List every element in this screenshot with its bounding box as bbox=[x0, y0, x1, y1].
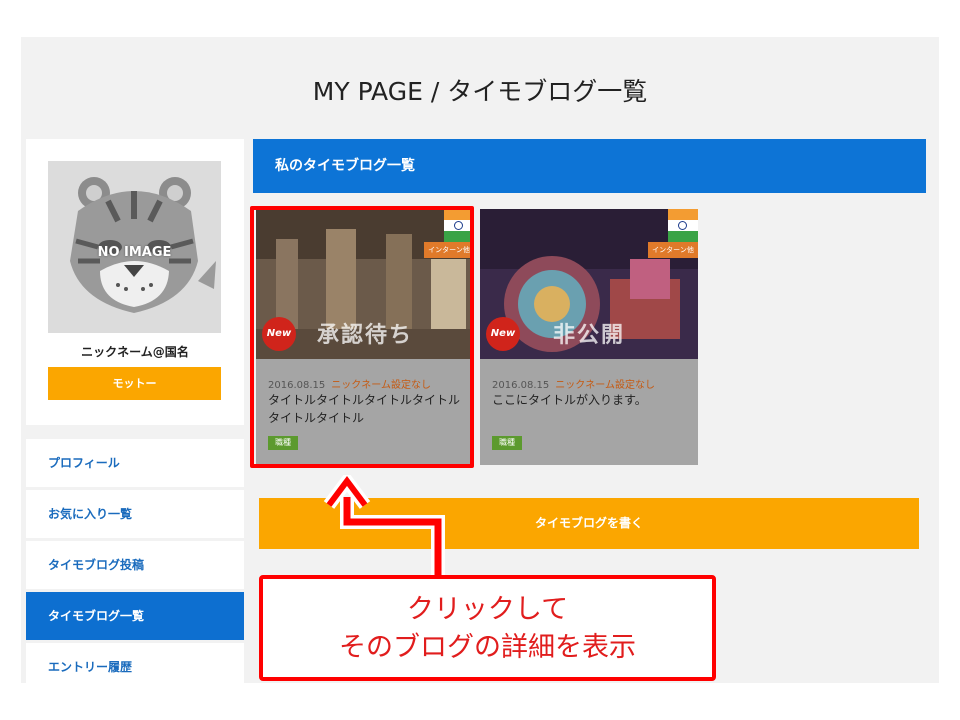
sidebar-item-favorites[interactable]: お気に入り一覧 bbox=[26, 490, 244, 538]
sidebar-item-blog-post[interactable]: タイモブログ投稿 bbox=[26, 541, 244, 589]
annotation-callout: クリックして そのブログの詳細を表示 bbox=[259, 575, 716, 681]
sidebar-item-profile[interactable]: プロフィール bbox=[26, 439, 244, 487]
blog-date: 2016.08.15 bbox=[492, 380, 550, 391]
sidebar-item-blog-list[interactable]: タイモブログ一覧 bbox=[26, 592, 244, 640]
blog-title[interactable]: ここにタイトルが入ります。 bbox=[492, 391, 687, 409]
section-header: 私のタイモブログ一覧 bbox=[253, 139, 926, 193]
blog-meta: 2016.08.15 ニックネーム設定なし bbox=[492, 376, 655, 391]
annotation-line-2: そのブログの詳細を表示 bbox=[339, 632, 636, 663]
new-badge: New bbox=[486, 317, 520, 351]
motto-button[interactable]: モットー bbox=[48, 367, 221, 400]
annotation-arrow-icon bbox=[323, 475, 445, 583]
avatar-placeholder-text: NO IMAGE bbox=[97, 245, 172, 260]
annotation-line-1: クリックして bbox=[406, 594, 569, 625]
blog-author[interactable]: ニックネーム設定なし bbox=[555, 380, 655, 391]
job-tag: 職種 bbox=[492, 436, 522, 450]
page-title: MY PAGE / タイモブログ一覧 bbox=[312, 77, 648, 106]
category-badge: インターン他 bbox=[648, 242, 698, 258]
avatar: NO IMAGE bbox=[48, 161, 221, 333]
highlight-frame bbox=[250, 206, 474, 468]
india-flag-icon bbox=[668, 209, 698, 242]
blog-card[interactable]: インターン他 非公開 New 2016.08.15 ニックネーム設定なし ここにタ… bbox=[480, 209, 698, 465]
nickname: ニックネーム@国名 bbox=[81, 345, 189, 359]
sidebar-item-entry-history[interactable]: エントリー履歴 bbox=[26, 643, 244, 683]
blog-card-body: 2016.08.15 ニックネーム設定なし ここにタイトルが入ります。 職種 bbox=[480, 359, 698, 465]
